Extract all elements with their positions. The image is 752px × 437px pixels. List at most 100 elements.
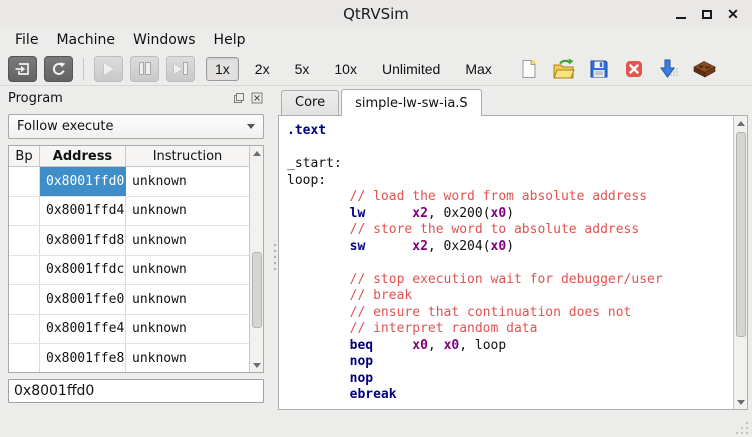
bp-cell[interactable] (9, 344, 40, 372)
address-cell[interactable]: 0x8001ffe4 (40, 315, 126, 344)
follow-mode-select[interactable]: Follow execute (8, 114, 264, 139)
download-memory-button[interactable] (656, 56, 682, 82)
table-row[interactable]: 0x8001ffdcunknown (9, 256, 249, 286)
menu-windows[interactable]: Windows (124, 30, 205, 50)
speed-1x-button[interactable]: 1x (206, 57, 239, 81)
save-file-button[interactable] (586, 56, 612, 82)
table-row[interactable]: 0x8001ffd4unknown (9, 197, 249, 227)
instruction-cell[interactable]: unknown (126, 315, 249, 344)
play-icon (104, 63, 114, 75)
column-header-instruction[interactable]: Instruction (126, 146, 249, 166)
editor-scrollbar[interactable] (733, 116, 747, 409)
instruction-cell[interactable]: unknown (126, 285, 249, 314)
program-table: Bp Address Instruction 0x8001ffd0unknown… (8, 145, 264, 373)
load-box-icon (15, 61, 31, 77)
compile-source-button[interactable] (691, 56, 717, 82)
code-line: .text (287, 123, 733, 140)
pause-button[interactable] (130, 56, 159, 82)
address-cell[interactable]: 0x8001ffe8 (40, 344, 126, 372)
speed-2x-button[interactable]: 2x (246, 57, 279, 81)
program-table-scrollbar[interactable] (249, 146, 263, 372)
resize-grip-icon[interactable] (736, 422, 748, 434)
instruction-cell[interactable]: unknown (126, 344, 249, 372)
code-line: loop: (287, 173, 733, 190)
address-jump-input[interactable] (8, 379, 264, 403)
code-line: _start: (287, 156, 733, 173)
menu-help[interactable]: Help (205, 30, 255, 50)
code-line: ebreak (287, 387, 733, 404)
close-file-icon (625, 60, 643, 78)
scroll-up-icon[interactable] (734, 116, 747, 130)
table-row[interactable]: 0x8001ffd8unknown (9, 226, 249, 256)
source-editor[interactable]: .text _start:loop: // load the word from … (278, 115, 748, 410)
table-row[interactable]: 0x8001ffd0unknown (9, 167, 249, 197)
chevron-down-icon (247, 124, 255, 129)
bp-cell[interactable] (9, 285, 40, 314)
menu-machine[interactable]: Machine (47, 30, 124, 50)
bp-cell[interactable] (9, 167, 40, 196)
maximize-button[interactable] (698, 5, 716, 23)
open-file-button[interactable] (551, 56, 577, 82)
bp-cell[interactable] (9, 315, 40, 344)
scroll-down-icon[interactable] (734, 395, 747, 409)
dock-float-button[interactable] (232, 91, 246, 105)
pause-icon (140, 63, 150, 74)
run-button[interactable] (94, 56, 123, 82)
program-table-body: 0x8001ffd0unknown0x8001ffd4unknown0x8001… (9, 167, 249, 372)
code-line: sw x2, 0x204(x0) (287, 239, 733, 256)
dock-close-button[interactable] (250, 91, 264, 105)
instruction-cell[interactable]: unknown (126, 256, 249, 285)
build-brick-icon (691, 59, 717, 78)
instruction-cell[interactable]: unknown (126, 226, 249, 255)
step-icon (174, 63, 187, 74)
code-line: // break (287, 288, 733, 305)
address-cell[interactable]: 0x8001ffdc (40, 256, 126, 285)
address-cell[interactable]: 0x8001ffd4 (40, 197, 126, 226)
follow-mode-value: Follow execute (17, 119, 113, 134)
address-cell[interactable]: 0x8001ffe0 (40, 285, 126, 314)
table-row[interactable]: 0x8001ffe0unknown (9, 285, 249, 315)
reset-machine-button[interactable] (44, 56, 73, 82)
code-line: // stop execution wait for debugger/user (287, 272, 733, 289)
table-row[interactable]: 0x8001ffe4unknown (9, 315, 249, 345)
statusbar (0, 418, 752, 437)
save-floppy-icon (589, 59, 609, 79)
new-file-button[interactable] (516, 56, 542, 82)
speed-max-button[interactable]: Max (456, 57, 500, 81)
code-line: // interpret random data (287, 321, 733, 338)
speed-5x-button[interactable]: 5x (286, 57, 319, 81)
address-cell[interactable]: 0x8001ffd8 (40, 226, 126, 255)
tab-source-file[interactable]: simple-lw-sw-ia.S (341, 89, 482, 116)
scroll-down-icon[interactable] (250, 358, 263, 372)
qtrvsim-window: QtRVSim ✕ File Machine Windows Help (0, 0, 752, 437)
code-area[interactable]: .text _start:loop: // load the word from … (279, 116, 733, 409)
table-row[interactable]: 0x8001ffe8unknown (9, 344, 249, 372)
address-cell[interactable]: 0x8001ffd0 (40, 167, 126, 196)
bp-cell[interactable] (9, 256, 40, 285)
minimize-button[interactable] (672, 5, 690, 23)
code-line: // load the word from absolute address (287, 189, 733, 206)
close-window-button[interactable]: ✕ (724, 5, 742, 23)
instruction-cell[interactable]: unknown (126, 197, 249, 226)
menu-file[interactable]: File (6, 30, 47, 50)
editor-panel: Core simple-lw-sw-ia.S .text _start:loop:… (278, 86, 752, 418)
speed-unlimited-button[interactable]: Unlimited (373, 57, 449, 81)
speed-10x-button[interactable]: 10x (325, 57, 366, 81)
scrollbar-thumb[interactable] (252, 252, 262, 328)
instruction-cell[interactable]: unknown (126, 167, 249, 196)
scroll-up-icon[interactable] (250, 146, 263, 160)
reload-machine-button[interactable] (8, 56, 37, 82)
float-window-icon (233, 92, 245, 104)
scrollbar-thumb[interactable] (736, 132, 746, 337)
dock-close-icon (251, 92, 263, 104)
splitter-handle-icon (274, 244, 276, 274)
window-title: QtRVSim (0, 5, 752, 23)
bp-cell[interactable] (9, 226, 40, 255)
tab-core[interactable]: Core (281, 90, 339, 115)
maximize-icon (702, 10, 712, 19)
step-button[interactable] (166, 56, 195, 82)
column-header-bp[interactable]: Bp (9, 146, 40, 166)
close-file-button[interactable] (621, 56, 647, 82)
bp-cell[interactable] (9, 197, 40, 226)
column-header-address[interactable]: Address (40, 146, 126, 166)
